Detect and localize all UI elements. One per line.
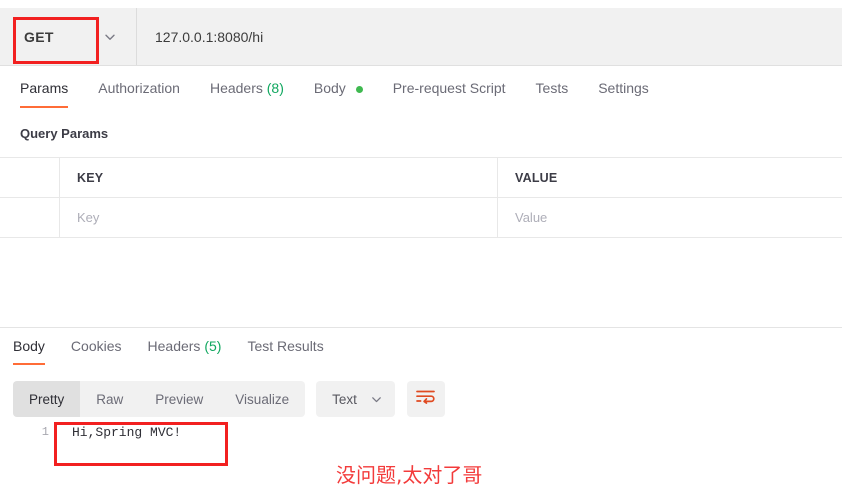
tab-params[interactable]: Params bbox=[20, 76, 69, 108]
response-body-viewer[interactable]: 1 Hi,Spring MVC! bbox=[0, 425, 842, 445]
tab-tests[interactable]: Tests bbox=[536, 76, 569, 108]
tab-settings[interactable]: Settings bbox=[598, 76, 649, 108]
tab-headers-count: (8) bbox=[266, 80, 284, 96]
http-method-button[interactable]: GET bbox=[0, 8, 84, 65]
chevron-down-icon bbox=[103, 30, 117, 44]
response-tab-cookies[interactable]: Cookies bbox=[71, 336, 122, 365]
header-key-cell: KEY bbox=[60, 158, 498, 197]
tab-pre-request-script[interactable]: Pre-request Script bbox=[393, 76, 506, 108]
response-view-toolbar: Pretty Raw Preview Visualize Text bbox=[13, 381, 445, 417]
row-checkbox-cell[interactable] bbox=[0, 198, 60, 237]
line-number: 1 bbox=[41, 425, 49, 439]
tab-body[interactable]: Body bbox=[314, 76, 363, 108]
tab-pre-request-script-label: Pre-request Script bbox=[392, 80, 506, 96]
view-mode-raw[interactable]: Raw bbox=[80, 381, 139, 417]
header-checkbox-cell bbox=[0, 158, 60, 197]
header-key-label: KEY bbox=[77, 170, 104, 185]
param-value-input[interactable]: Value bbox=[498, 198, 842, 237]
response-tab-test-results[interactable]: Test Results bbox=[247, 336, 323, 365]
chevron-down-icon bbox=[357, 393, 383, 406]
response-tab-headers-count: (5) bbox=[204, 338, 222, 354]
table-row: Key Value bbox=[0, 198, 842, 237]
view-mode-preview[interactable]: Preview bbox=[139, 381, 219, 417]
query-params-title: Query Params bbox=[20, 126, 109, 141]
url-text: 127.0.0.1:8080/hi bbox=[155, 28, 264, 45]
content-type-dropdown[interactable]: Text bbox=[316, 381, 395, 417]
view-mode-pretty[interactable]: Pretty bbox=[13, 381, 81, 417]
body-modified-dot-icon bbox=[355, 85, 363, 93]
tab-body-label: Body bbox=[313, 80, 346, 96]
annotation-note-text: 没问题,太对了哥 bbox=[336, 463, 483, 487]
tab-settings-label: Settings bbox=[598, 80, 649, 96]
query-params-table: KEY VALUE Key Value bbox=[0, 157, 842, 238]
view-mode-visualize[interactable]: Visualize bbox=[219, 381, 305, 417]
code-line: 1 Hi,Spring MVC! bbox=[0, 425, 842, 445]
tab-params-label: Params bbox=[20, 80, 69, 96]
http-method-label: GET bbox=[24, 28, 54, 45]
param-value-placeholder: Value bbox=[515, 210, 548, 225]
response-tab-body[interactable]: Body bbox=[13, 336, 45, 365]
view-mode-visualize-label: Visualize bbox=[235, 391, 290, 407]
response-tab-test-results-label: Test Results bbox=[247, 338, 324, 354]
response-tab-body-label: Body bbox=[13, 338, 45, 354]
tab-headers[interactable]: Headers (8) bbox=[210, 76, 284, 108]
response-tab-cookies-label: Cookies bbox=[70, 338, 122, 354]
response-tab-headers-label: Headers bbox=[147, 338, 201, 354]
tab-tests-label: Tests bbox=[535, 80, 569, 96]
param-key-placeholder: Key bbox=[77, 210, 100, 225]
view-mode-raw-label: Raw bbox=[96, 391, 124, 407]
tab-authorization[interactable]: Authorization bbox=[98, 76, 180, 108]
request-tab-bar: Params Authorization Headers (8) Body Pr… bbox=[0, 76, 842, 116]
table-header-row: KEY VALUE bbox=[0, 158, 842, 198]
url-input[interactable]: 127.0.0.1:8080/hi bbox=[137, 8, 842, 65]
request-url-bar: GET 127.0.0.1:8080/hi bbox=[0, 8, 842, 66]
view-mode-pretty-label: Pretty bbox=[29, 391, 65, 407]
response-tab-bar: Body Cookies Headers (5) Test Results bbox=[0, 336, 842, 370]
wrap-lines-button[interactable] bbox=[406, 381, 445, 417]
content-type-label: Text bbox=[332, 391, 357, 407]
header-value-cell: VALUE bbox=[498, 158, 842, 197]
pane-divider[interactable] bbox=[0, 327, 842, 328]
http-method-dropdown-toggle[interactable] bbox=[84, 8, 137, 65]
tab-headers-label: Headers bbox=[209, 80, 263, 96]
param-key-input[interactable]: Key bbox=[60, 198, 498, 237]
view-mode-segmented-control: Pretty Raw Preview Visualize bbox=[13, 381, 306, 417]
wrap-lines-icon bbox=[416, 389, 436, 409]
header-value-label: VALUE bbox=[515, 170, 558, 185]
response-tab-headers[interactable]: Headers (5) bbox=[148, 336, 222, 365]
response-body-text: Hi,Spring MVC! bbox=[72, 425, 182, 440]
tab-authorization-label: Authorization bbox=[98, 80, 180, 96]
view-mode-preview-label: Preview bbox=[155, 391, 204, 407]
